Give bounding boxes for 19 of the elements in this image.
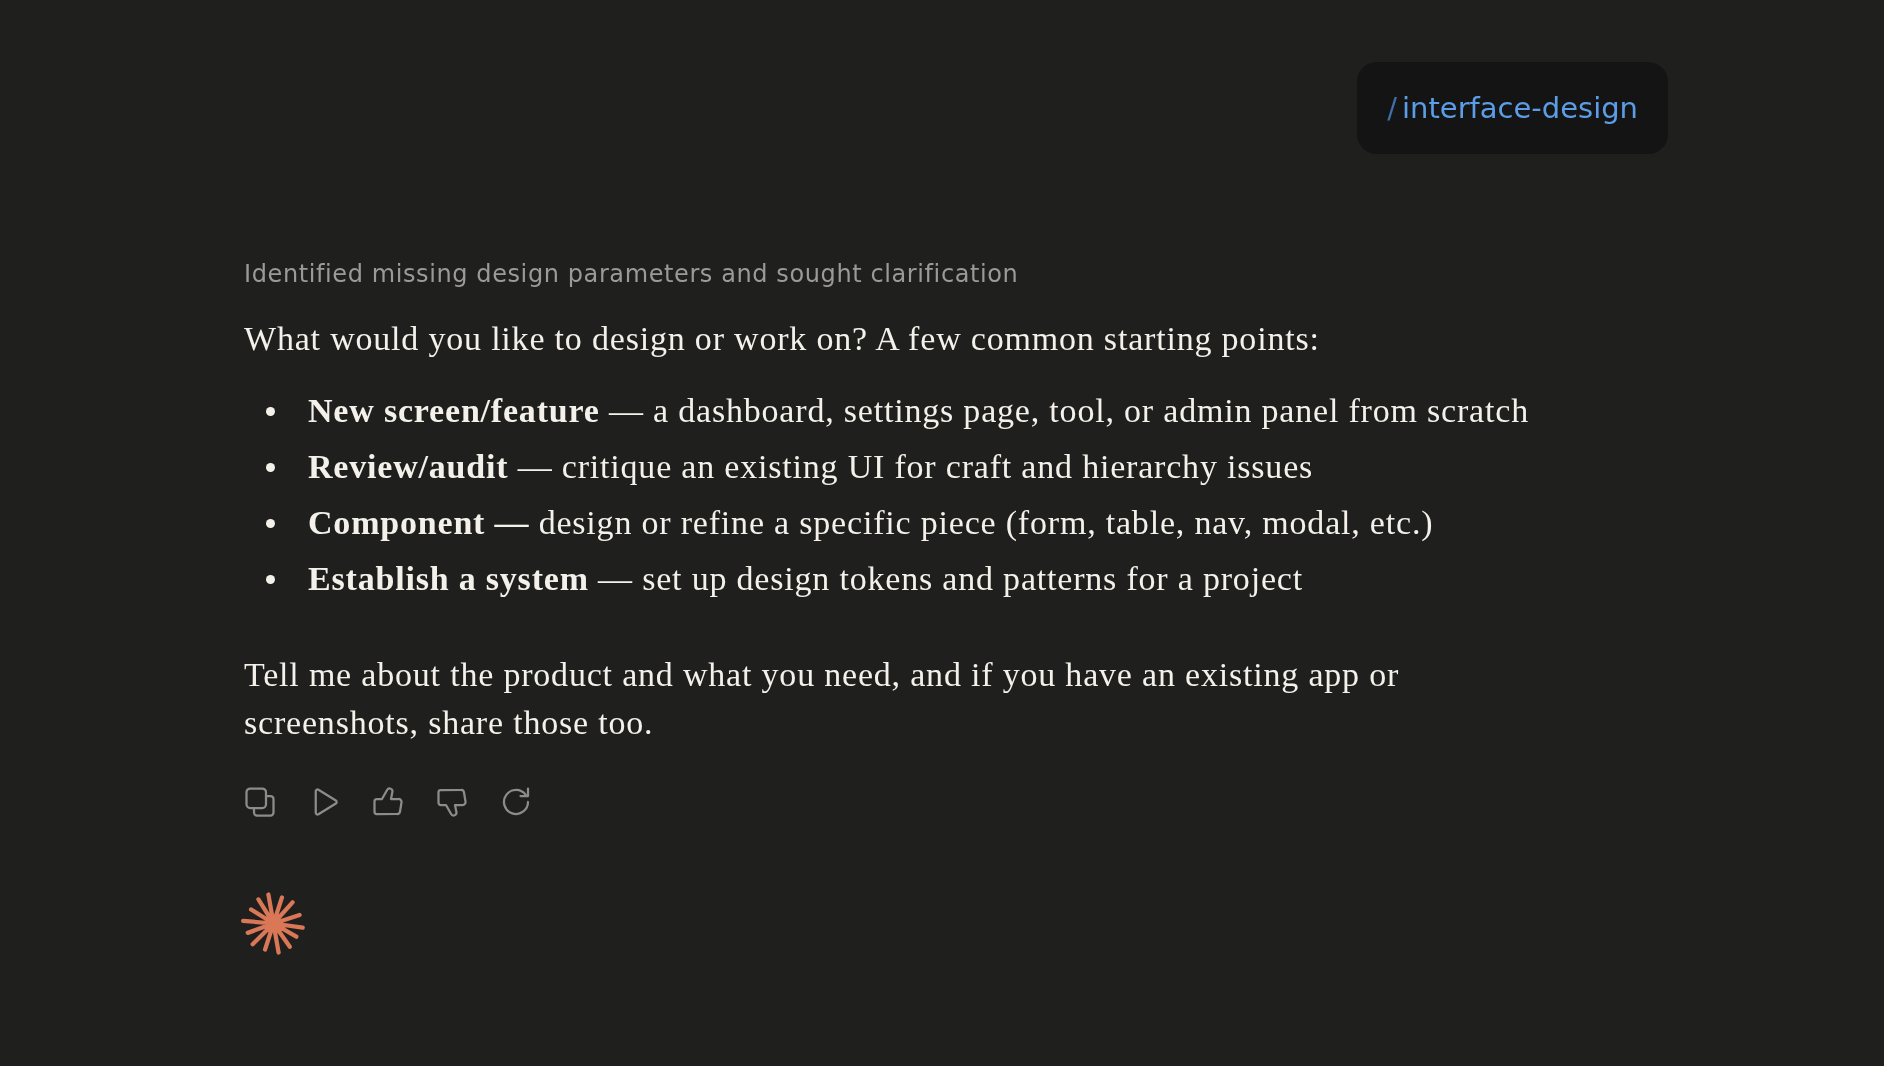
starburst-icon xyxy=(241,891,306,956)
command-prefix: / xyxy=(1387,90,1397,126)
thumbs-up-icon xyxy=(373,787,403,817)
bullet-icon xyxy=(266,518,275,528)
bullet-icon xyxy=(266,406,275,416)
option-text: New screen/feature — a dashboard, settings page, tool, or admin panel from scratch xyxy=(308,391,1529,431)
intro-text: What would you like to design or work on? A few common starting points: xyxy=(244,319,1320,359)
option-text: Establish a system — set up design tokens and patterns for a project xyxy=(308,559,1303,599)
copy-icon xyxy=(245,787,275,817)
copy-button[interactable] xyxy=(242,784,278,820)
slash-command-text: interface-design xyxy=(1402,90,1638,126)
bullet-icon xyxy=(266,574,275,584)
closing-text: Tell me about the product and what you need, and if you have an existing app or screenshots, share those too. xyxy=(244,655,1401,743)
option-text: Component — design or refine a specific piece (form, table, nav, modal, etc.) xyxy=(308,503,1434,543)
retry-icon xyxy=(501,787,531,817)
thinking-summary: Identified missing design parameters and sought clarification xyxy=(244,259,1019,290)
bullet-icon xyxy=(266,462,275,472)
thumbs-down-icon xyxy=(437,787,467,817)
option-text: Review/audit — critique an existing UI for craft and hierarchy issues xyxy=(308,447,1314,487)
